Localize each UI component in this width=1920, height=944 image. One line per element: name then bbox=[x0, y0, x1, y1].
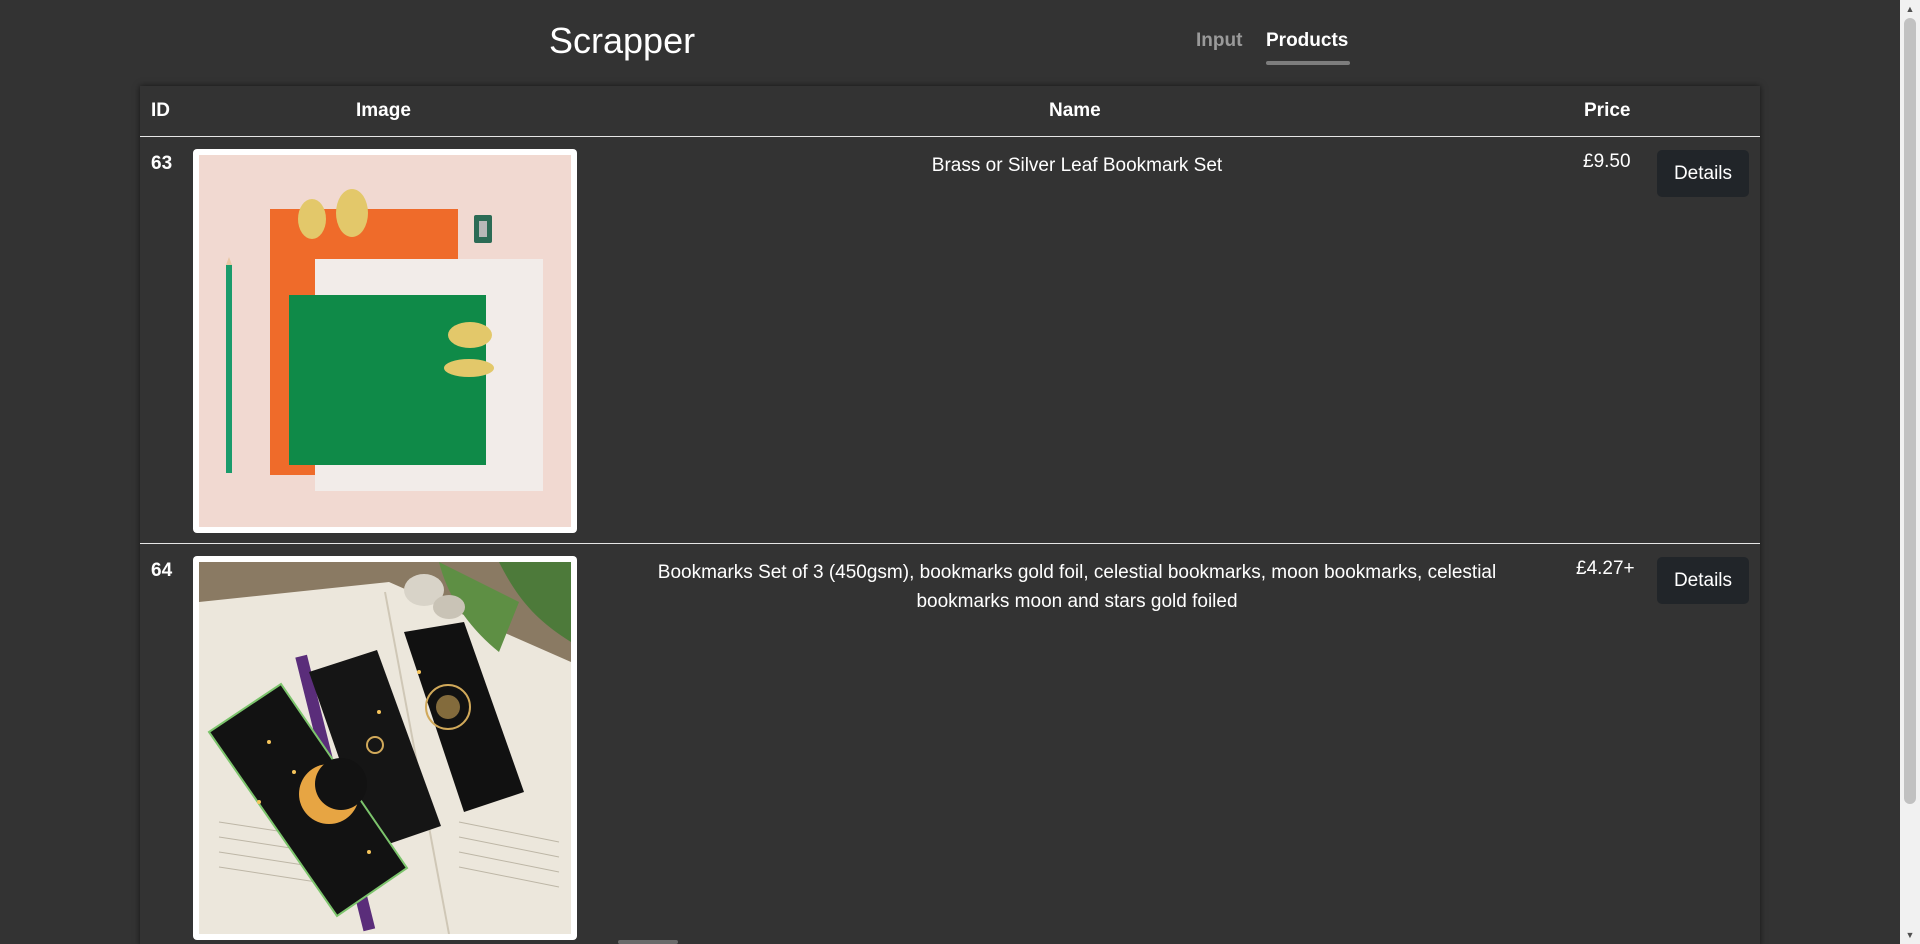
product-image[interactable] bbox=[193, 149, 577, 533]
navbar: Scrapper Input Products bbox=[0, 0, 1900, 86]
product-id: 64 bbox=[151, 560, 173, 581]
scroll-down-icon[interactable]: ▼ bbox=[1904, 928, 1916, 942]
product-name: Brass or Silver Leaf Bookmark Set bbox=[931, 155, 1223, 176]
details-button[interactable]: Details bbox=[1657, 150, 1749, 197]
details-button[interactable]: Details bbox=[1657, 557, 1749, 604]
product-id: 63 bbox=[151, 153, 173, 174]
horizontal-scroll-indicator[interactable] bbox=[618, 940, 678, 944]
header-name: Name bbox=[1049, 100, 1101, 121]
header-id: ID bbox=[151, 100, 170, 121]
app-title[interactable]: Scrapper bbox=[549, 20, 695, 62]
product-price: £4.27+ bbox=[1576, 558, 1635, 579]
tab-input[interactable]: Input bbox=[1196, 30, 1242, 52]
products-table: ID Image Name Price 63 Brass or Silver L… bbox=[140, 86, 1760, 944]
product-price: £9.50 bbox=[1583, 151, 1631, 172]
header-image: Image bbox=[356, 100, 411, 121]
table-header: ID Image Name Price bbox=[140, 86, 1760, 137]
product-image[interactable] bbox=[193, 556, 577, 940]
celestial-bookmark-photo-icon bbox=[199, 562, 571, 934]
scroll-up-icon[interactable]: ▲ bbox=[1904, 2, 1916, 16]
active-tab-indicator bbox=[1266, 61, 1350, 65]
scrollbar-thumb[interactable] bbox=[1904, 18, 1916, 804]
leaf-bookmark-photo-icon bbox=[199, 155, 571, 527]
product-name: Bookmarks Set of 3 (450gsm), bookmarks g… bbox=[657, 562, 1497, 612]
table-row: 63 Brass or Silver Leaf Bookmark Set £9.… bbox=[140, 137, 1760, 544]
products-page: Scrapper Input Products ID Image Name Pr… bbox=[0, 0, 1900, 944]
tab-products[interactable]: Products bbox=[1266, 30, 1348, 52]
header-price: Price bbox=[1584, 100, 1631, 121]
table-row: 64 Bookmarks Set of 3 (450gsm), bookmark… bbox=[140, 544, 1760, 944]
